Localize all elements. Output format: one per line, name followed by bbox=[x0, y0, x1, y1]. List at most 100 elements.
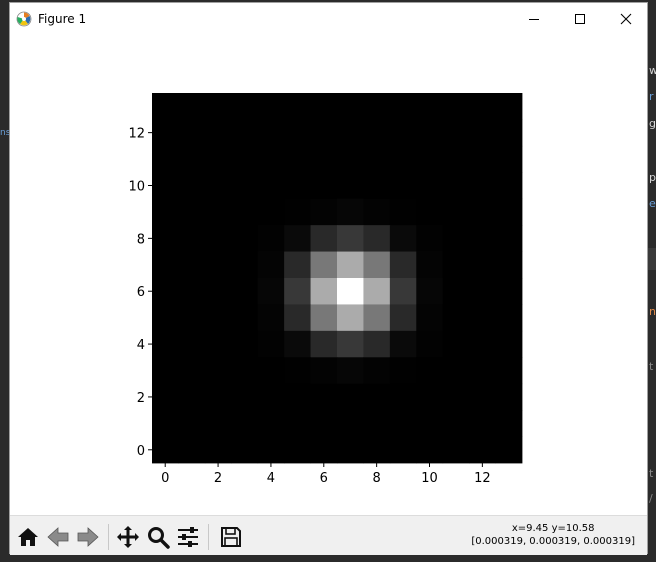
heatmap-cell bbox=[442, 410, 470, 437]
title-bar[interactable]: Figure 1 bbox=[10, 3, 647, 35]
heatmap-cell bbox=[152, 119, 179, 147]
heatmap-cell bbox=[152, 251, 179, 279]
maximize-button[interactable] bbox=[557, 3, 603, 35]
heatmap-cell bbox=[310, 383, 338, 411]
heatmap-cell bbox=[284, 330, 311, 358]
heatmap-cell bbox=[337, 172, 364, 200]
x-tick-label: 6 bbox=[320, 471, 328, 486]
heatmap-cell bbox=[363, 436, 391, 464]
status-readout: x=9.45 y=10.58 [0.000319, 0.000319, 0.00… bbox=[471, 522, 635, 548]
heatmap-cell bbox=[152, 172, 179, 200]
heatmap-cell bbox=[152, 145, 179, 173]
heatmap-cell bbox=[231, 225, 259, 252]
close-button[interactable] bbox=[603, 3, 649, 35]
heatmap-cell bbox=[416, 383, 444, 411]
heatmap-cell bbox=[442, 383, 470, 411]
heatmap-cell bbox=[337, 225, 364, 252]
heatmap-cell bbox=[416, 410, 444, 437]
forward-button[interactable] bbox=[73, 522, 103, 552]
heatmap-cell bbox=[178, 278, 206, 305]
heatmap-cell bbox=[389, 119, 417, 147]
heatmap-cell bbox=[257, 383, 285, 411]
heatmap-cell bbox=[178, 225, 206, 252]
forward-arrow-icon bbox=[77, 527, 99, 547]
heatmap-cell bbox=[178, 145, 206, 173]
heatmap-cell bbox=[389, 93, 417, 120]
x-tick-label: 4 bbox=[267, 471, 275, 486]
heatmap-cell bbox=[363, 251, 391, 279]
heatmap-cell bbox=[337, 357, 364, 385]
back-button[interactable] bbox=[43, 522, 73, 552]
heatmap-cell bbox=[204, 198, 232, 226]
y-tick-label: 4 bbox=[137, 338, 145, 353]
heatmap-cell bbox=[495, 278, 523, 305]
heatmap-cell bbox=[257, 278, 285, 305]
sliders-icon bbox=[178, 527, 198, 547]
save-button[interactable] bbox=[216, 522, 246, 552]
heatmap-cell bbox=[152, 383, 179, 411]
heatmap-cell bbox=[178, 198, 206, 226]
heatmap-cell bbox=[337, 304, 364, 332]
heatmap-cell bbox=[389, 225, 417, 252]
heatmap-cell bbox=[337, 145, 364, 173]
heatmap-cell bbox=[469, 330, 496, 358]
y-tick-label: 8 bbox=[137, 232, 145, 247]
heatmap-cell bbox=[469, 251, 496, 279]
heatmap-cell bbox=[178, 357, 206, 385]
heatmap-cell bbox=[284, 436, 311, 464]
heatmap-cell bbox=[310, 93, 338, 120]
heatmap-cell bbox=[257, 145, 285, 173]
heatmap-cell bbox=[442, 198, 470, 226]
heatmap-cell bbox=[389, 145, 417, 173]
heatmap-cell bbox=[310, 119, 338, 147]
y-tick-label: 12 bbox=[128, 127, 145, 142]
heatmap-cell bbox=[469, 145, 496, 173]
heatmap-cell bbox=[231, 145, 259, 173]
heatmap-cell bbox=[257, 198, 285, 226]
heatmap-cell bbox=[152, 410, 179, 437]
minimize-button[interactable] bbox=[511, 3, 557, 35]
zoom-button[interactable] bbox=[143, 522, 173, 552]
pixel-value: [0.000319, 0.000319, 0.000319] bbox=[471, 536, 635, 547]
heatmap-cell bbox=[231, 357, 259, 385]
heatmap-cell bbox=[152, 278, 179, 305]
heatmap-cell bbox=[389, 304, 417, 332]
heatmap-cell bbox=[495, 357, 523, 385]
heatmap-cell bbox=[204, 357, 232, 385]
pan-button[interactable] bbox=[113, 522, 143, 552]
y-tick-label: 2 bbox=[137, 391, 145, 406]
heatmap-cell bbox=[495, 383, 523, 411]
heatmap-cell bbox=[495, 410, 523, 437]
heatmap-cell bbox=[178, 93, 206, 120]
heatmap-cell bbox=[231, 251, 259, 279]
background-editor-right: w r g p e n t t / bbox=[648, 0, 656, 562]
heatmap-cell bbox=[442, 93, 470, 120]
heatmap-chart[interactable]: 0 2 4 6 8 10 12 0 2 4 6 8 10 12 bbox=[10, 35, 647, 515]
x-tick-label: 8 bbox=[373, 471, 381, 486]
x-tick-label: 12 bbox=[474, 471, 491, 486]
heatmap-cell bbox=[363, 93, 391, 120]
home-button[interactable] bbox=[13, 522, 43, 552]
heatmap-cell bbox=[310, 225, 338, 252]
heatmap-cell bbox=[389, 330, 417, 358]
heatmap-cell bbox=[284, 278, 311, 305]
heatmap-cell bbox=[310, 436, 338, 464]
heatmap-cell bbox=[284, 119, 311, 147]
maximize-icon bbox=[575, 14, 585, 24]
heatmap-cell bbox=[257, 436, 285, 464]
heatmap-cell bbox=[495, 198, 523, 226]
heatmap-cell bbox=[284, 251, 311, 279]
heatmap-cell bbox=[495, 119, 523, 147]
heatmap-cell bbox=[204, 225, 232, 252]
heatmap-cell bbox=[337, 93, 364, 120]
heatmap-cell bbox=[416, 330, 444, 358]
window-title: Figure 1 bbox=[38, 12, 87, 26]
heatmap-cell bbox=[416, 198, 444, 226]
configure-subplots-button[interactable] bbox=[173, 522, 203, 552]
heatmap-cell bbox=[204, 251, 232, 279]
figure-canvas[interactable]: 0 2 4 6 8 10 12 0 2 4 6 8 10 12 bbox=[10, 35, 647, 515]
x-tick-label: 2 bbox=[214, 471, 222, 486]
heatmap-cell bbox=[204, 410, 232, 437]
heatmap-cell bbox=[178, 251, 206, 279]
heatmap-cell bbox=[469, 278, 496, 305]
